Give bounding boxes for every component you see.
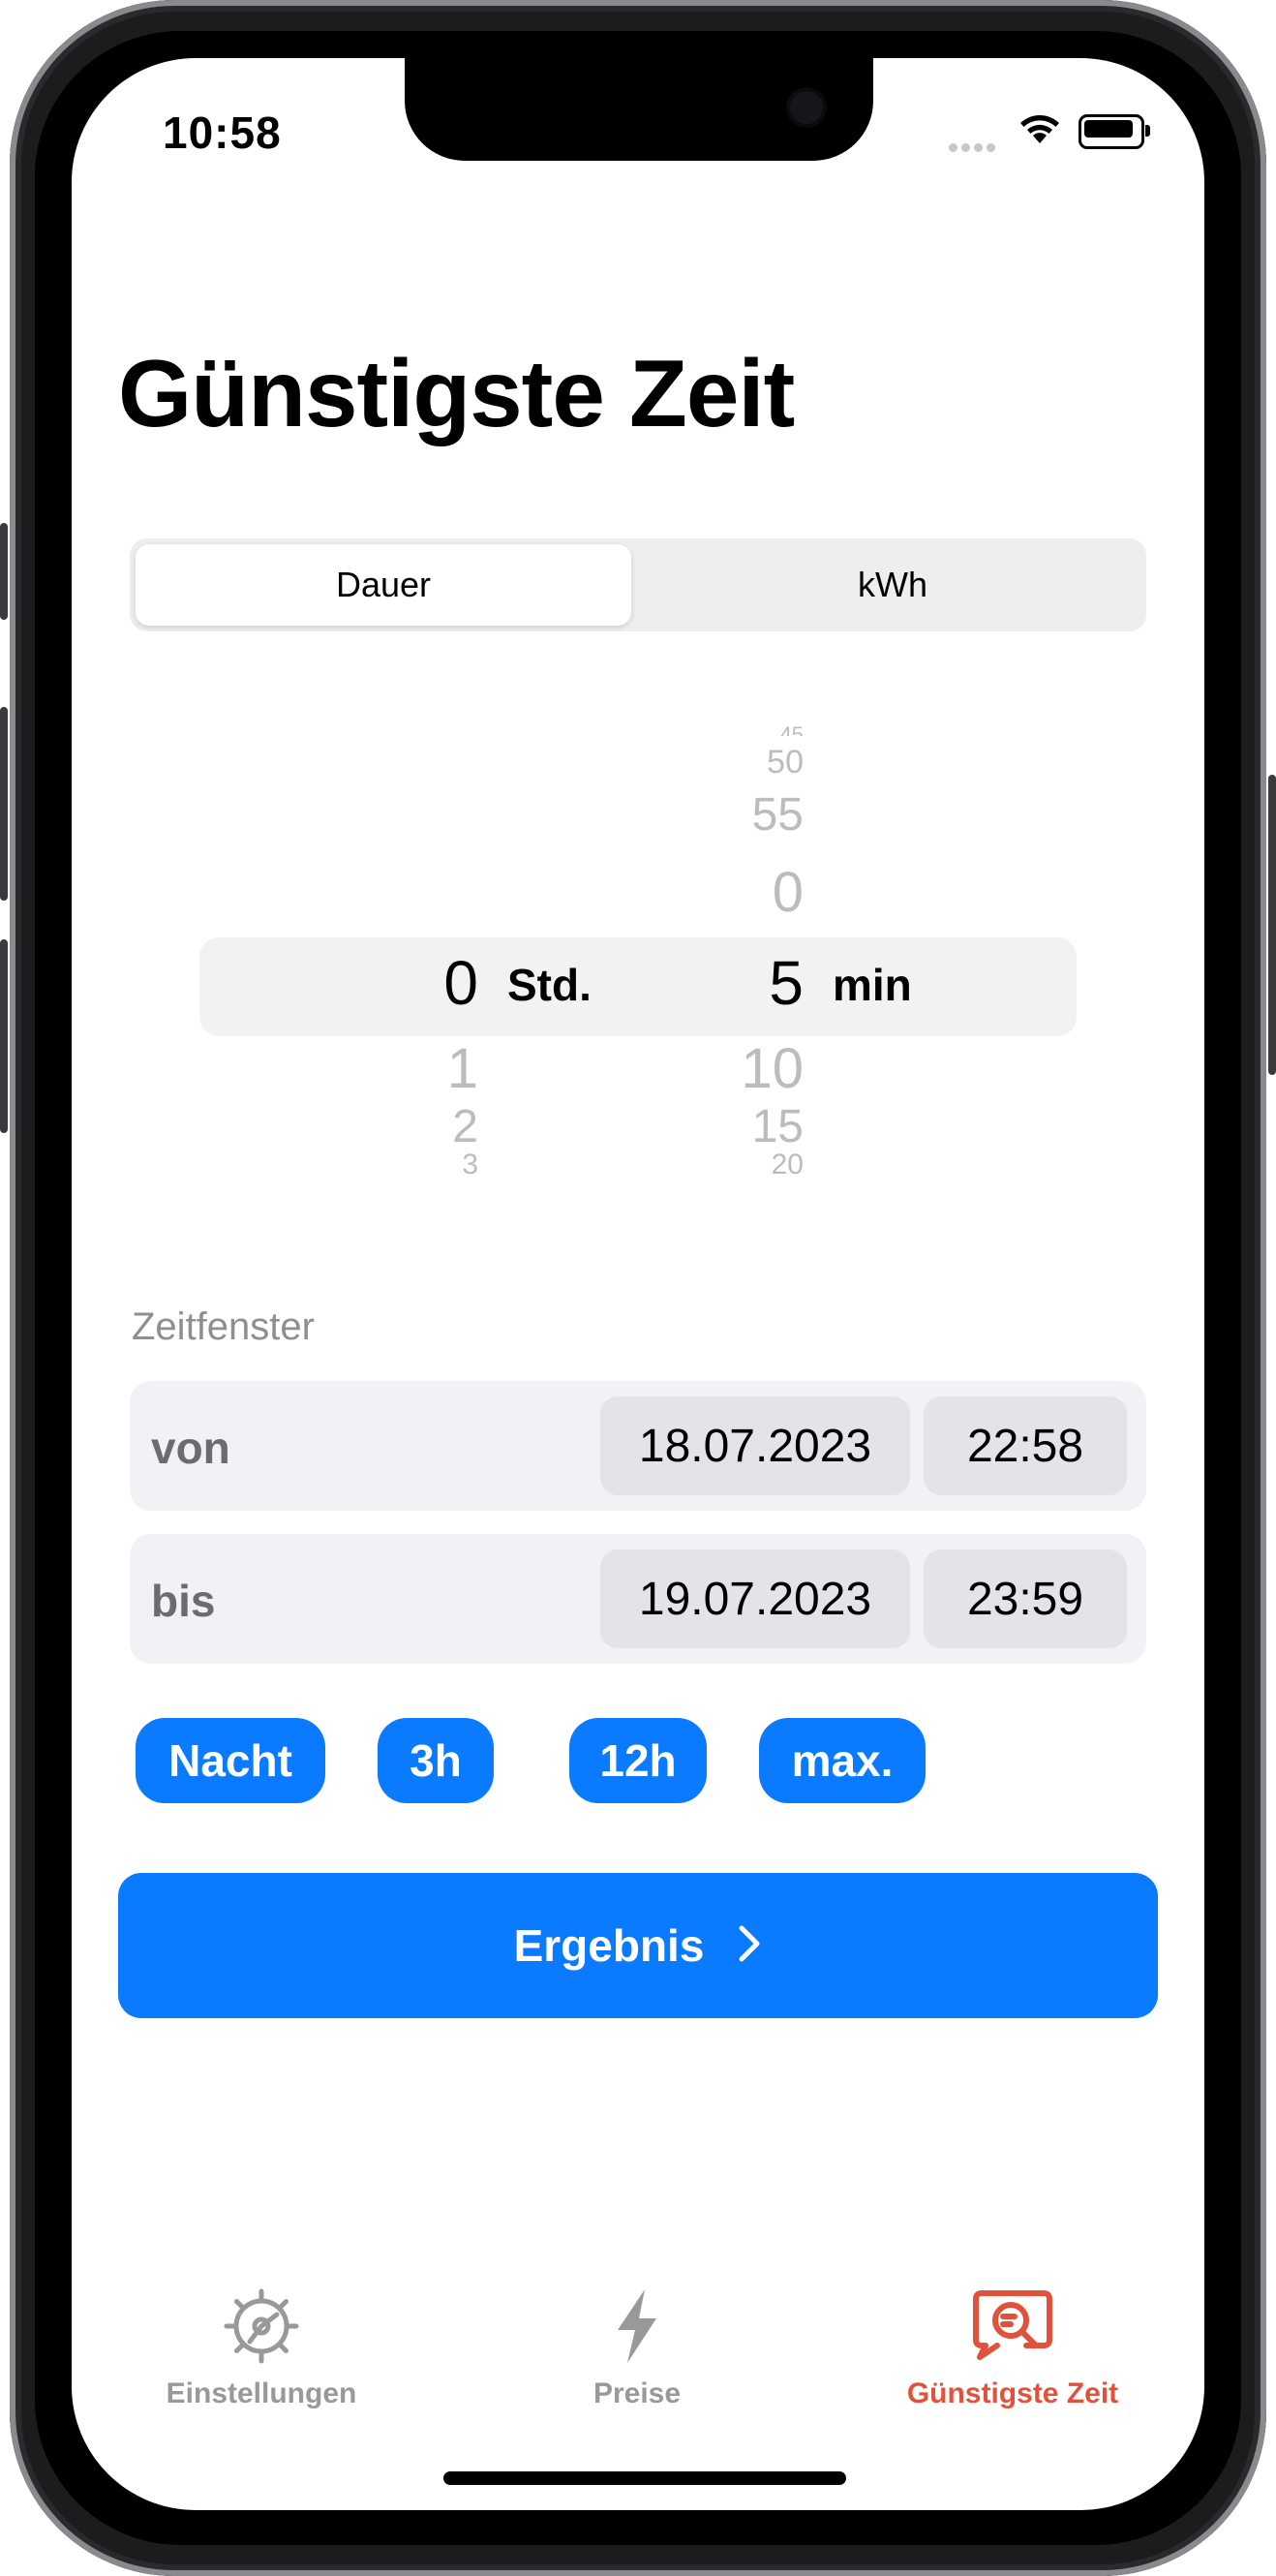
chevron-right-icon [737,1924,762,1968]
minutes-option: 50 [767,744,804,781]
from-time-button[interactable]: 22:58 [924,1396,1127,1495]
page-title: Günstigste Zeit [118,340,795,446]
mode-segmented-control: Dauer kWh [130,538,1146,631]
segment-dauer[interactable]: Dauer [136,544,631,626]
minutes-option: 45 [779,722,804,736]
tab-label: Preise [592,2377,682,2409]
wifi-icon [1017,110,1063,150]
minutes-option: 10 [741,1037,804,1100]
mute-switch [0,523,8,620]
to-label: bis [151,1576,216,1626]
tab-einstellungen[interactable]: Einstellungen [116,2285,407,2410]
status-time: 10:58 [163,107,282,158]
result-button[interactable]: Ergebnis [118,1873,1158,2018]
minutes-unit: min [833,960,912,1010]
minutes-option: 0 [772,861,804,924]
tab-label: Günstigste Zeit [906,2377,1119,2409]
bolt-icon [596,2289,678,2371]
quick-12h-button[interactable]: 12h [569,1718,707,1803]
minutes-option: 55 [751,789,804,841]
segment-kwh[interactable]: kWh [645,544,1140,626]
time-window-heading: Zeitfenster [132,1305,315,1348]
screen: 10:58 Günstigste Zeit Dauer kWh 0 1 2 3 … [72,58,1204,2510]
battery-icon [1079,114,1150,149]
gear-icon [221,2288,302,2371]
quick-3h-button[interactable]: 3h [378,1718,494,1803]
tab-preise[interactable]: Preise [492,2285,782,2410]
notch [405,58,873,161]
result-button-label: Ergebnis [513,1920,705,1971]
to-date-button[interactable]: 19.07.2023 [600,1549,910,1648]
home-indicator [443,2471,846,2485]
hours-option: 2 [452,1101,478,1152]
minutes-option: 20 [771,1149,804,1176]
picker-selection-highlight [199,937,1077,1036]
hours-option: 3 [462,1149,478,1176]
time-window-to-row: bis 19.07.2023 23:59 [130,1534,1146,1664]
power-button [1268,775,1276,1075]
minutes-selected: 5 [769,948,804,1018]
minutes-wheel[interactable]: 45 50 55 0 5 10 15 20 [653,717,804,1298]
quick-max-button[interactable]: max. [759,1718,926,1803]
from-date-button[interactable]: 18.07.2023 [600,1396,910,1495]
hours-unit: Std. [507,960,592,1010]
hours-selected: 0 [443,948,478,1018]
time-window-from-row: von 18.07.2023 22:58 [130,1381,1146,1511]
volume-down-button [0,939,8,1133]
hours-wheel[interactable]: 0 1 2 3 [343,717,478,1298]
volume-up-button [0,707,8,901]
from-label: von [151,1423,230,1473]
cellular-signal-icon [949,139,999,152]
quick-night-button[interactable]: Nacht [136,1718,325,1803]
hours-option: 1 [446,1037,478,1100]
to-time-button[interactable]: 23:59 [924,1549,1127,1648]
search-bubble-icon [966,2290,1059,2371]
tab-guenstigste-zeit[interactable]: Günstigste Zeit [867,2285,1158,2410]
front-camera [790,91,823,124]
tab-label: Einstellungen [166,2377,357,2409]
minutes-option: 15 [751,1101,804,1152]
